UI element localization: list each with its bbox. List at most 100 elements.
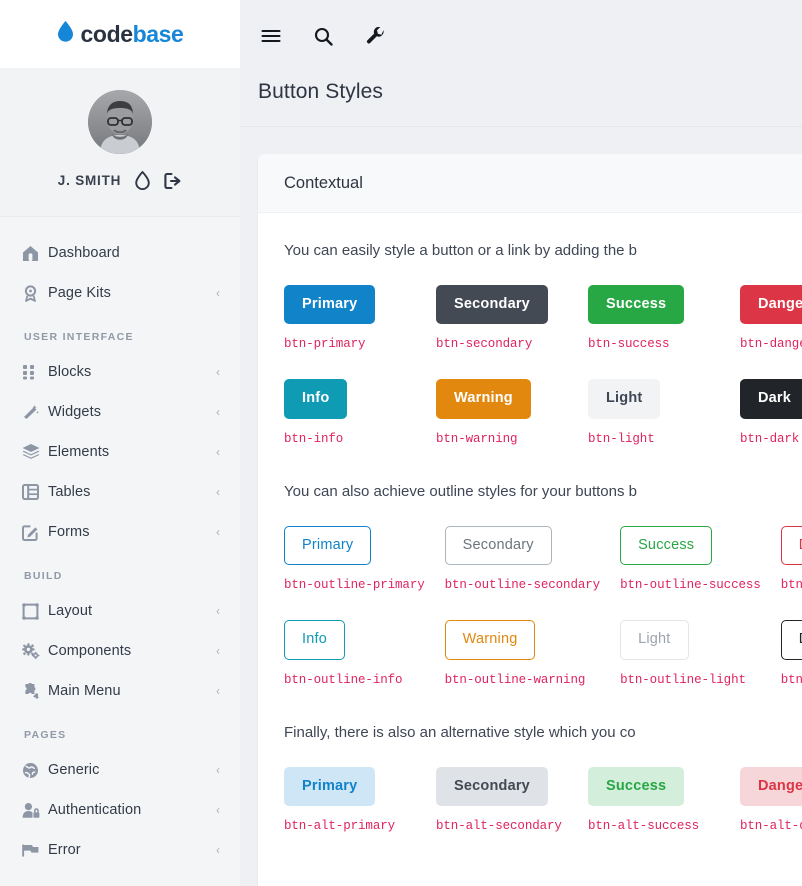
btn-alt-secondary[interactable]: Secondary [436, 767, 548, 806]
button-cell: Info btn-info [284, 379, 416, 473]
sidebar-item-generic[interactable]: Generic ‹ [0, 750, 240, 790]
search-icon[interactable] [310, 23, 336, 49]
sidebar-nav: Dashboard Page Kits ‹ USER INTERFACE [0, 217, 240, 870]
sidebar-item-label: Generic [48, 762, 216, 778]
button-cell: Danger btn-alt-danger [740, 767, 802, 861]
button-grid-outline: Primary btn-outline-primary Secondary bt… [284, 526, 802, 715]
chevron-left-icon: ‹ [216, 486, 220, 498]
btn-success[interactable]: Success [588, 285, 684, 324]
wrench-icon[interactable] [362, 23, 388, 49]
class-name-label: btn-outline-success [620, 578, 761, 592]
layout-frame-icon [22, 603, 48, 620]
btn-outline-warning[interactable]: Warning [445, 620, 536, 659]
card-body: You can easily style a button or a link … [258, 213, 802, 886]
gears-icon [22, 643, 48, 660]
avatar[interactable] [88, 90, 152, 154]
sidebar-item-authentication[interactable]: Authentication ‹ [0, 790, 240, 830]
brand-name-dark: code [81, 21, 133, 47]
sidebar-item-dashboard[interactable]: Dashboard [0, 233, 240, 273]
btn-warning[interactable]: Warning [436, 379, 531, 418]
button-cell: Info btn-outline-info [284, 620, 425, 714]
puzzle-icon [22, 683, 48, 700]
btn-danger[interactable]: Danger [740, 285, 802, 324]
class-name-label: btn-danger [740, 337, 802, 351]
chevron-left-icon: ‹ [216, 526, 220, 538]
class-name-label: btn-success [588, 337, 720, 351]
magic-wand-icon [22, 404, 48, 421]
btn-outline-dark[interactable]: Dark [781, 620, 802, 659]
class-name-label: btn-alt-secondary [436, 819, 568, 833]
btn-alt-danger[interactable]: Danger [740, 767, 802, 806]
sidebar-item-forms[interactable]: Forms ‹ [0, 512, 240, 552]
btn-dark[interactable]: Dark [740, 379, 802, 418]
sidebar-item-label: Components [48, 643, 216, 659]
btn-outline-secondary[interactable]: Secondary [445, 526, 552, 565]
btn-light[interactable]: Light [588, 379, 660, 418]
chevron-left-icon: ‹ [216, 366, 220, 378]
droplet-icon[interactable] [135, 171, 150, 190]
class-name-label: btn-outline-primary [284, 578, 425, 592]
btn-info[interactable]: Info [284, 379, 347, 418]
brand-name-accent: base [133, 21, 184, 47]
btn-primary[interactable]: Primary [284, 285, 375, 324]
sidebar-item-label: Elements [48, 444, 216, 460]
logout-icon[interactable] [164, 172, 182, 190]
card-title: Contextual [284, 174, 802, 193]
btn-alt-primary[interactable]: Primary [284, 767, 375, 806]
card-header: Contextual [258, 154, 802, 213]
button-cell: Success btn-outline-success [620, 526, 761, 620]
page-title: Button Styles [258, 80, 802, 104]
sidebar-item-label: Main Menu [48, 683, 216, 699]
btn-outline-light[interactable]: Light [620, 620, 688, 659]
user-panel: J. SMITH [0, 68, 240, 217]
chevron-left-icon: ‹ [216, 287, 220, 299]
app-root: codebase [0, 0, 802, 886]
brand-logo[interactable]: codebase [0, 0, 240, 68]
class-name-label: btn-alt-success [588, 819, 720, 833]
chevron-left-icon: ‹ [216, 844, 220, 856]
sidebar-item-label: Blocks [48, 364, 216, 380]
button-cell: Success btn-success [588, 285, 720, 379]
button-cell: Secondary btn-secondary [436, 285, 568, 379]
button-cell: Light btn-light [588, 379, 720, 473]
button-grid-alt: Primary btn-alt-primary Secondary btn-al… [284, 767, 802, 861]
button-cell: Primary btn-outline-primary [284, 526, 425, 620]
nav-group: PAGES Generic ‹ Authentication ‹ [0, 711, 240, 870]
sidebar-item-blocks[interactable]: Blocks ‹ [0, 352, 240, 392]
sidebar-item-page-kits[interactable]: Page Kits ‹ [0, 273, 240, 313]
sidebar-item-elements[interactable]: Elements ‹ [0, 432, 240, 472]
class-name-label: btn-outline-dark [781, 673, 802, 687]
sidebar-item-main-menu[interactable]: Main Menu ‹ [0, 671, 240, 711]
sidebar-item-label: Forms [48, 524, 216, 540]
layers-icon [22, 444, 48, 460]
sidebar-item-error[interactable]: Error ‹ [0, 830, 240, 870]
btn-outline-success[interactable]: Success [620, 526, 712, 565]
hamburger-menu-icon[interactable] [258, 23, 284, 49]
btn-outline-info[interactable]: Info [284, 620, 345, 659]
sidebar-item-components[interactable]: Components ‹ [0, 631, 240, 671]
class-name-label: btn-outline-warning [445, 673, 600, 687]
nav-section-label: PAGES [0, 711, 240, 750]
btn-alt-success[interactable]: Success [588, 767, 684, 806]
btn-outline-primary[interactable]: Primary [284, 526, 371, 565]
btn-secondary[interactable]: Secondary [436, 285, 548, 324]
sidebar-item-label: Widgets [48, 404, 216, 420]
contextual-card: Contextual You can easily style a button… [258, 154, 802, 886]
flag-icon [22, 843, 48, 858]
sidebar-item-label: Tables [48, 484, 216, 500]
sidebar-item-widgets[interactable]: Widgets ‹ [0, 392, 240, 432]
button-cell: Primary btn-primary [284, 285, 416, 379]
sidebar-item-layout[interactable]: Layout ‹ [0, 591, 240, 631]
droplet-icon [57, 21, 74, 47]
nav-group: BUILD Layout ‹ Components ‹ [0, 552, 240, 711]
button-cell: Dark btn-outline-dark [781, 620, 802, 714]
chevron-left-icon: ‹ [216, 406, 220, 418]
section-lead-outline: You can also achieve outline styles for … [284, 480, 802, 504]
class-name-label: btn-outline-info [284, 673, 425, 687]
page-header: Button Styles [240, 72, 802, 127]
nav-group: Dashboard Page Kits ‹ [0, 233, 240, 313]
sidebar-item-tables[interactable]: Tables ‹ [0, 472, 240, 512]
button-cell: Secondary btn-alt-secondary [436, 767, 568, 861]
class-name-label: btn-alt-primary [284, 819, 416, 833]
btn-outline-danger[interactable]: Danger [781, 526, 802, 565]
